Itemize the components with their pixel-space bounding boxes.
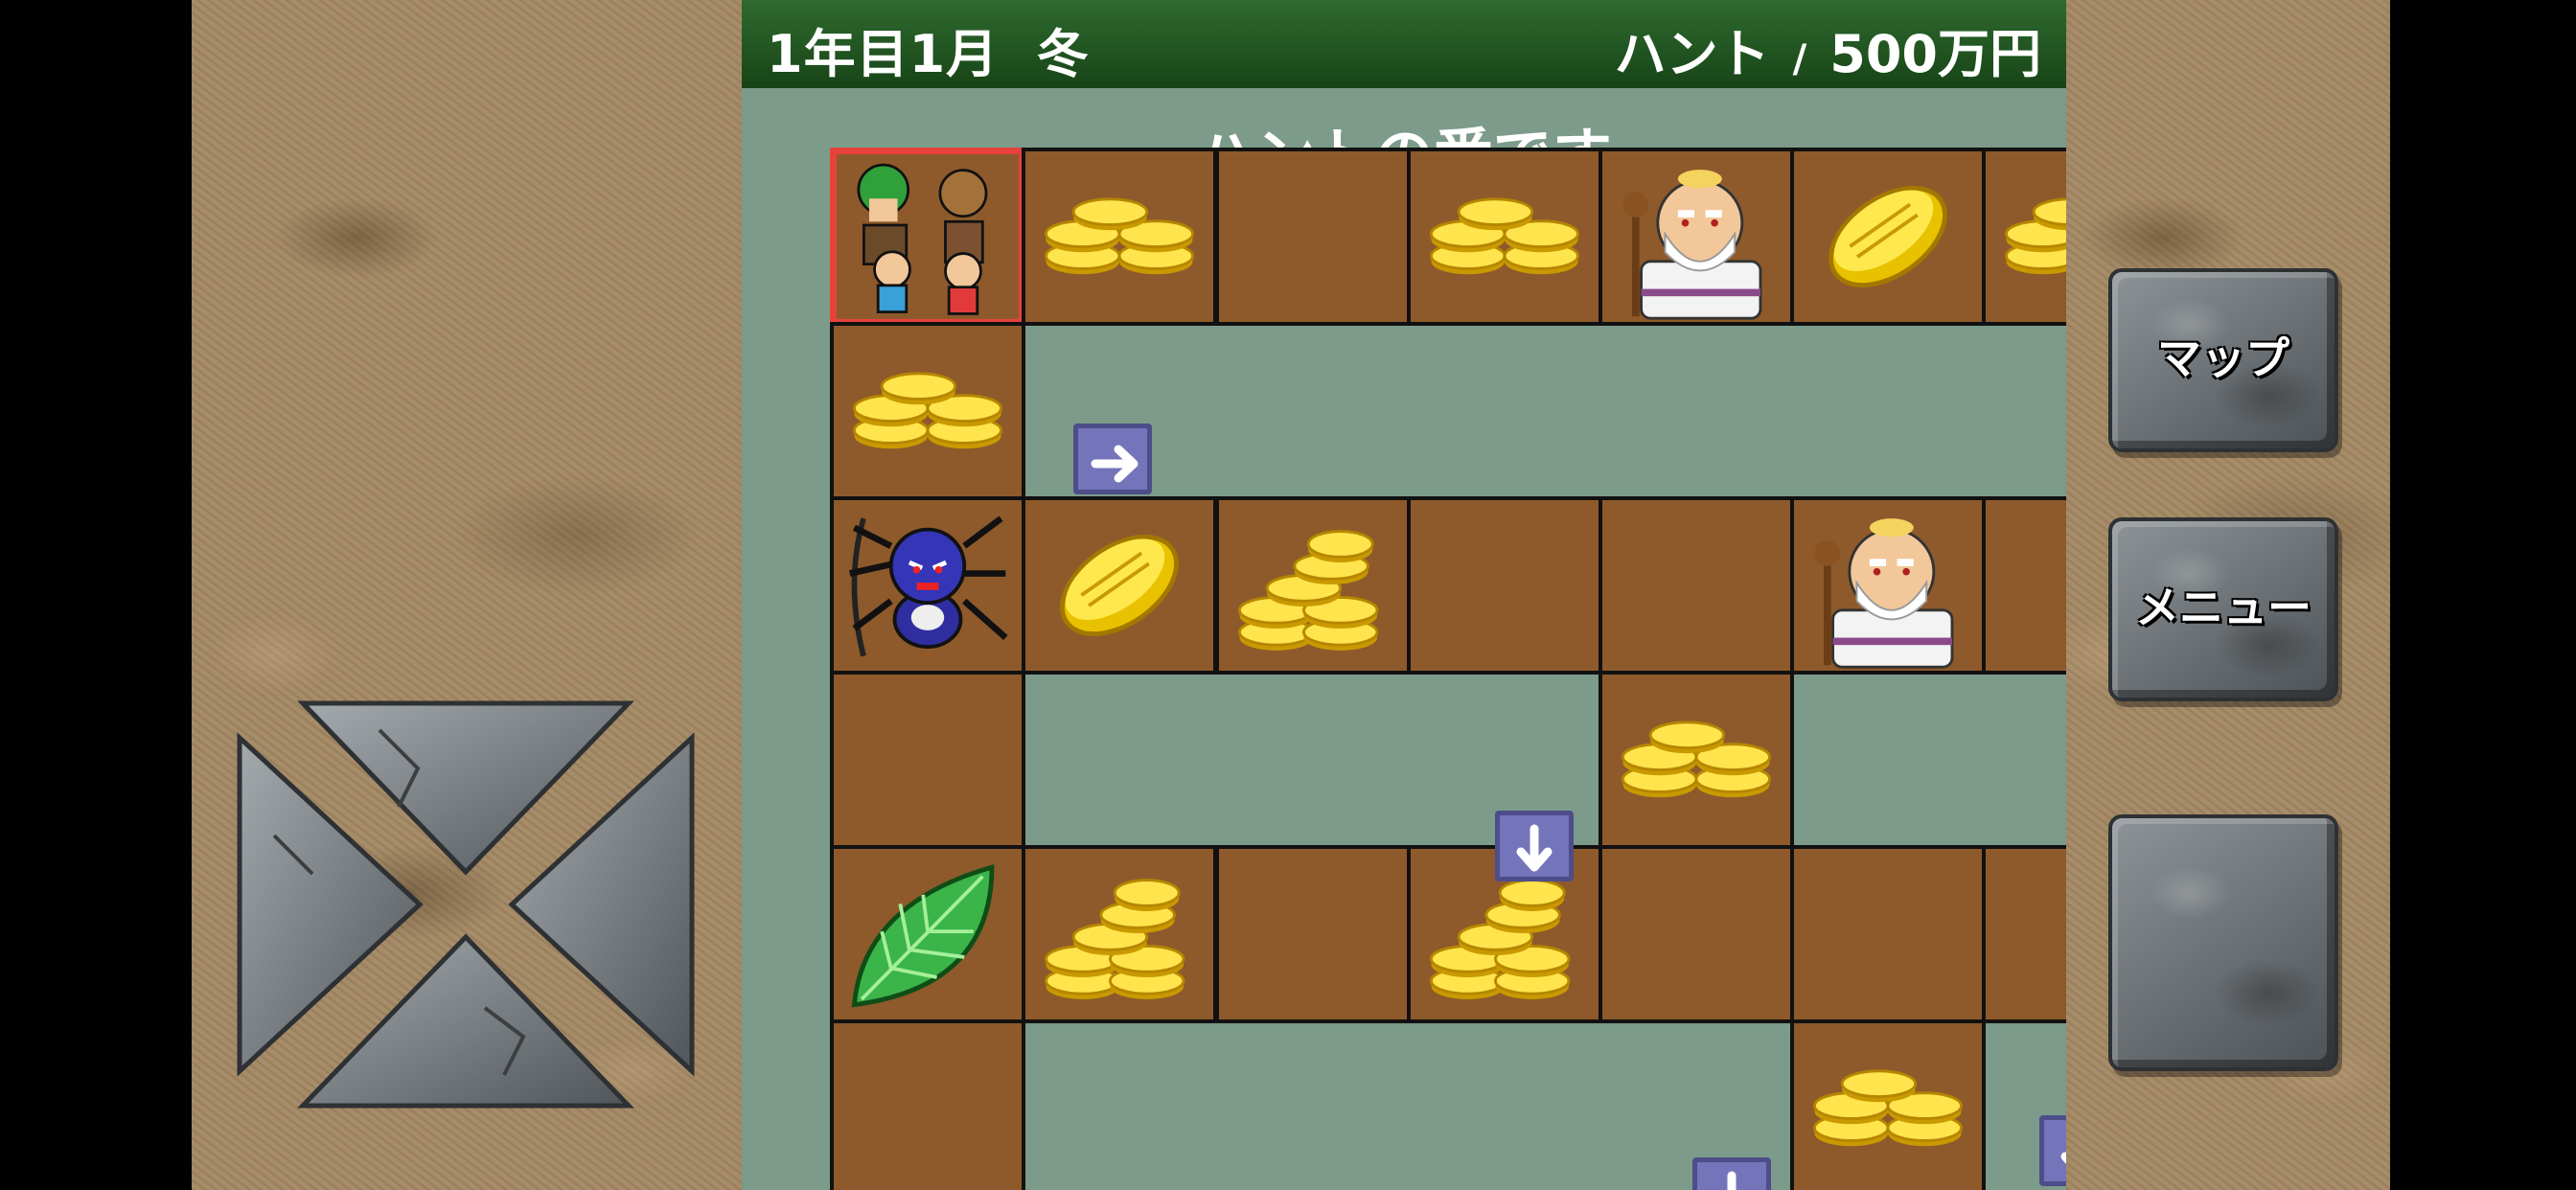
blank-action-button[interactable]	[2108, 814, 2338, 1071]
board-cell-empty[interactable]	[830, 1019, 1025, 1190]
map-button[interactable]: マップ	[2108, 268, 2338, 452]
status-bar: 1年目1月 冬 ハント / 500万円	[742, 0, 2066, 88]
board-cell-coin-pile[interactable]	[1598, 671, 1794, 849]
board-cell-gold-bar[interactable]	[1790, 148, 1986, 326]
gold-bar-icon	[1060, 535, 1179, 636]
date-text: 1年目1月	[767, 24, 1000, 84]
board-cell-old-man[interactable]	[1790, 496, 1986, 675]
coin-pile-icon	[1045, 197, 1194, 275]
arrow-down-icon	[1495, 811, 1574, 881]
old-man-icon	[1814, 518, 1954, 669]
board-cell-empty[interactable]	[1790, 845, 1986, 1023]
arrow-right-icon	[1073, 423, 1152, 494]
coin-pile-icon	[2005, 197, 2066, 275]
board-cell-coin-pile[interactable]	[1407, 148, 1602, 326]
dpad	[236, 692, 696, 1117]
date-label: 1年目1月 冬	[767, 11, 1090, 87]
board-cell-empty[interactable]	[1215, 148, 1411, 326]
board-cell-gold-bar[interactable]	[1022, 496, 1217, 675]
board-cell-empty[interactable]	[1982, 496, 2066, 675]
season-text: 冬	[1036, 24, 1090, 84]
board-cell-spider-monster[interactable]	[830, 496, 1025, 675]
board-cell-coin-pile[interactable]	[1022, 148, 1217, 326]
board-cell-coin-pile[interactable]	[830, 322, 1025, 500]
old-man-icon	[1622, 170, 1762, 320]
leaf-icon	[851, 863, 995, 1008]
coin-pile-icon	[1622, 721, 1771, 798]
board-cell-old-man[interactable]	[1598, 148, 1794, 326]
game-board-area: 1年目1月 冬 ハント/500万円 ハントの番です	[742, 0, 2066, 1190]
board-cell-coin-stack[interactable]	[1215, 496, 1411, 675]
coin-stack-icon	[1045, 879, 1185, 999]
players-icon	[857, 163, 988, 315]
coin-pile-icon	[853, 372, 1002, 449]
board-cell-coin-stack[interactable]	[1022, 845, 1217, 1023]
gold-bar-icon	[1828, 186, 1947, 287]
menu-button[interactable]: メニュー	[2108, 517, 2338, 701]
menu-button-label: メニュー	[2135, 582, 2312, 633]
map-button-label: マップ	[2157, 332, 2289, 384]
board-cell-empty[interactable]	[1598, 496, 1794, 675]
money-amount: 500万円	[1829, 24, 2041, 84]
player-name: ハント	[1614, 24, 1770, 84]
spider-monster-icon	[848, 515, 1008, 657]
board-cell-empty[interactable]	[830, 671, 1025, 849]
player-money: ハント / 500万円	[1615, 11, 2041, 87]
board-cell-empty[interactable]	[1598, 845, 1794, 1023]
board-cell-coin-pile[interactable]	[1790, 1019, 1986, 1190]
board-cell-leaf[interactable]	[830, 845, 1025, 1023]
separator: /	[1792, 37, 1807, 81]
coin-stack-icon	[1238, 530, 1379, 651]
coin-pile-icon	[1813, 1069, 1963, 1147]
board-cell-empty[interactable]	[1407, 496, 1602, 675]
board-cell-empty[interactable]	[1982, 845, 2066, 1023]
board-cell-coin-pile[interactable]	[1982, 148, 2066, 326]
coin-pile-icon	[1430, 197, 1579, 275]
board-cell-players[interactable]	[830, 148, 1025, 326]
arrow-down-icon	[2039, 1115, 2066, 1186]
arrow-down-icon	[1692, 1157, 1771, 1190]
board-cell-empty[interactable]	[1215, 845, 1411, 1023]
